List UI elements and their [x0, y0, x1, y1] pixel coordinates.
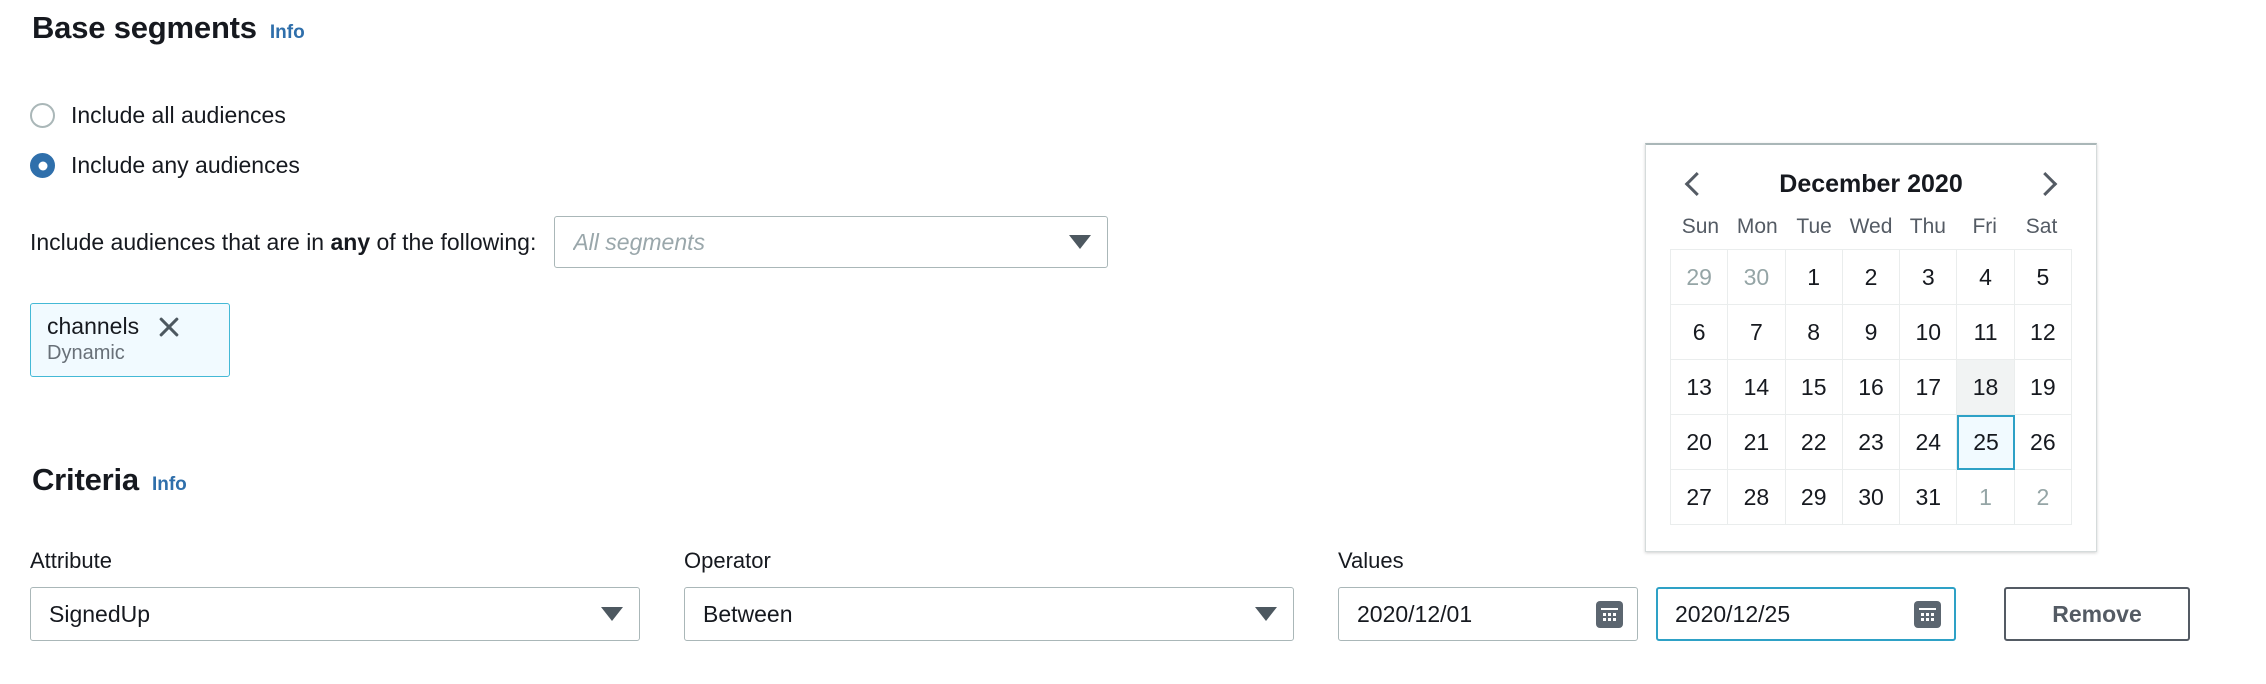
calendar-day-cell[interactable]: 29 [1785, 470, 1843, 525]
calendar-icon[interactable] [1596, 600, 1623, 628]
chevron-right-icon[interactable] [2030, 167, 2064, 201]
operator-field: Operator Between [684, 548, 1294, 641]
calendar-day-cell[interactable]: 25 [1957, 415, 2015, 470]
calendar-weekday-sun: Sun [1681, 215, 1720, 238]
calendar-day-cell[interactable]: 5 [2014, 250, 2072, 305]
calendar-day-cell[interactable]: 26 [2014, 415, 2072, 470]
segment-token-name: channels [47, 313, 140, 339]
calendar-day-cell[interactable]: 31 [1900, 470, 1958, 525]
calendar-weekday-sat: Sat [2025, 215, 2058, 238]
radio-include-any-audiences[interactable]: Include any audiences [30, 152, 300, 179]
calendar-day-cell[interactable]: 12 [2014, 305, 2072, 360]
calendar-day-grid: 29 30 1 2 3 4 5 6 7 8 9 10 11 12 13 14 15 16 17 18 19 20 21 22 2… [1670, 249, 2072, 525]
include-suffix: of the following: [370, 228, 537, 255]
values-row: 2020/12/01 2020/12/25 Remove [1338, 587, 2190, 641]
include-audiences-row: Include audiences that are in any of the… [30, 216, 1109, 268]
calendar-weekday-wed: Wed [1849, 215, 1893, 238]
calendar-day-cell[interactable]: 22 [1785, 415, 1843, 470]
date-picker-popup: December 2020 Sun Mon Tue Wed Thu Fri Sat 29 30… [1645, 143, 2097, 552]
criteria-title: Criteria [32, 462, 139, 497]
calendar-day-cell[interactable]: 19 [2014, 360, 2072, 415]
calendar-day-cell[interactable]: 17 [1900, 360, 1958, 415]
base-segments-title: Base segments [32, 10, 257, 45]
chevron-down-icon[interactable] [601, 607, 623, 621]
start-date-value: 2020/12/01 [1357, 600, 1473, 627]
calendar-day-cell[interactable]: 29 [1671, 250, 1729, 305]
calendar-day-cell[interactable]: 18 [1957, 360, 2015, 415]
attribute-select[interactable]: SignedUp [30, 587, 640, 641]
segment-token-top: channels [47, 313, 215, 340]
end-date-input[interactable]: 2020/12/25 [1656, 587, 1956, 641]
calendar-day-cell[interactable]: 10 [1900, 305, 1958, 360]
radio-include-all-label: Include all audiences [71, 102, 286, 128]
calendar-day-cell[interactable]: 2 [2014, 470, 2072, 525]
calendar-day-cell[interactable]: 16 [1842, 360, 1901, 415]
calendar-day-cell[interactable]: 28 [1728, 470, 1786, 525]
calendar-day-cell[interactable]: 13 [1671, 360, 1729, 415]
chevron-down-icon[interactable] [1255, 607, 1277, 621]
base-segments-info-link[interactable]: Info [270, 22, 305, 44]
operator-label: Operator [684, 548, 771, 573]
include-bold-any: any [330, 228, 371, 255]
calendar-day-cell[interactable]: 1 [1785, 250, 1843, 305]
calendar-day-cell[interactable]: 24 [1900, 415, 1958, 470]
segments-select-placeholder: All segments [573, 228, 706, 255]
segments-select[interactable]: All segments [554, 216, 1109, 268]
segment-token-channels[interactable]: channels Dynamic [30, 303, 230, 377]
end-date-value: 2020/12/25 [1675, 600, 1791, 627]
remove-button[interactable]: Remove [2004, 587, 2190, 641]
criteria-heading: Criteria Info [32, 462, 187, 498]
include-audiences-text: Include audiences that are in any of the… [30, 229, 536, 256]
calendar-weekday-tue: Tue [1796, 215, 1832, 238]
calendar-day-cell[interactable]: 23 [1842, 415, 1901, 470]
attribute-select-value: SignedUp [49, 600, 151, 627]
calendar-day-cell[interactable]: 21 [1728, 415, 1786, 470]
segment-token-type: Dynamic [47, 342, 125, 364]
calendar-day-cell[interactable]: 30 [1842, 470, 1901, 525]
calendar-day-cell[interactable]: 4 [1957, 250, 2015, 305]
calendar-day-cell[interactable]: 30 [1728, 250, 1786, 305]
calendar-weekday-header: Sun Mon Tue Wed Thu Fri Sat [1670, 215, 2072, 249]
criteria-info-link[interactable]: Info [152, 474, 187, 496]
attribute-label: Attribute [30, 548, 112, 573]
calendar-weekday-fri: Fri [1972, 215, 1997, 238]
calendar-day-cell[interactable]: 6 [1671, 305, 1729, 360]
calendar-day-cell[interactable]: 1 [1957, 470, 2015, 525]
radio-circle-icon[interactable] [30, 103, 55, 128]
calendar-day-cell[interactable]: 14 [1728, 360, 1786, 415]
chevron-left-icon[interactable] [1678, 167, 1712, 201]
calendar-day-cell[interactable]: 3 [1900, 250, 1958, 305]
calendar-day-cell[interactable]: 7 [1728, 305, 1786, 360]
attribute-field: Attribute SignedUp [30, 548, 640, 641]
calendar-day-cell[interactable]: 27 [1671, 470, 1729, 525]
calendar-day-cell[interactable]: 15 [1785, 360, 1843, 415]
operator-select[interactable]: Between [684, 587, 1294, 641]
calendar-day-cell[interactable]: 9 [1842, 305, 1901, 360]
base-segments-heading: Base segments Info [32, 10, 305, 46]
radio-include-any-label: Include any audiences [71, 152, 300, 178]
values-field: Values 2020/12/01 2020/12/25 Remove [1338, 548, 2190, 641]
calendar-day-cell[interactable]: 20 [1671, 415, 1729, 470]
radio-include-all-audiences[interactable]: Include all audiences [30, 102, 286, 129]
chevron-down-icon[interactable] [1069, 235, 1092, 249]
calendar-icon[interactable] [1914, 600, 1941, 628]
calendar-month-title: December 2020 [1779, 169, 1963, 198]
calendar-day-cell[interactable]: 2 [1842, 250, 1901, 305]
close-icon[interactable] [157, 315, 181, 339]
calendar-weekday-thu: Thu [1909, 215, 1946, 238]
start-date-input[interactable]: 2020/12/01 [1338, 587, 1638, 641]
calendar-weekday-mon: Mon [1736, 215, 1778, 238]
operator-select-value: Between [703, 600, 793, 627]
segment-builder-page: Base segments Info Include all audiences… [0, 0, 2266, 684]
calendar-day-cell[interactable]: 11 [1957, 305, 2015, 360]
calendar-header: December 2020 [1670, 161, 2072, 215]
include-prefix: Include audiences that are in [30, 228, 331, 255]
calendar-day-cell[interactable]: 8 [1785, 305, 1843, 360]
radio-circle-selected-icon[interactable] [30, 153, 55, 178]
